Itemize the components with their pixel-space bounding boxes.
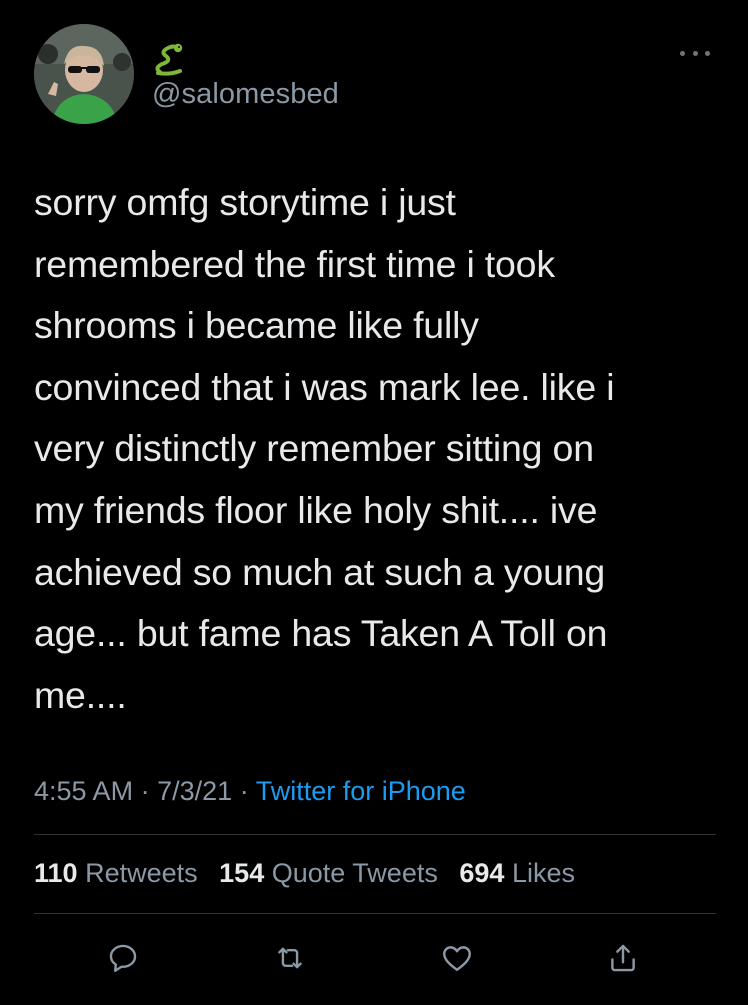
retweets-count: 110: [34, 858, 78, 888]
meta-separator: ·: [239, 776, 249, 806]
tweet-actions: [0, 938, 748, 982]
like-button[interactable]: [437, 938, 477, 978]
quote-tweets-stat[interactable]: 154 Quote Tweets: [219, 858, 438, 888]
more-options-icon[interactable]: [680, 46, 710, 60]
share-icon: [611, 944, 635, 972]
tweet-metadata: 4:55 AM · 7/3/21 · Twitter for iPhone: [34, 776, 466, 807]
tweet: @salomesbed sorry omfg storytime i just …: [0, 0, 748, 1005]
tweet-text: sorry omfg storytime i just remembered t…: [34, 181, 615, 716]
share-button[interactable]: [603, 938, 643, 978]
like-icon: [443, 946, 471, 971]
reply-button[interactable]: [103, 938, 143, 978]
dot: [705, 50, 710, 56]
retweet-icon: [278, 947, 302, 969]
meta-separator: ·: [140, 776, 150, 806]
avatar[interactable]: [34, 24, 134, 124]
author-handle[interactable]: @salomesbed: [152, 78, 339, 111]
snake-icon: [152, 42, 188, 76]
tweet-stats: 110 Retweets 154 Quote Tweets 694 Likes: [34, 858, 589, 889]
divider: [34, 834, 716, 835]
retweets-label: Retweets: [85, 858, 198, 888]
likes-label: Likes: [511, 858, 575, 888]
dot: [680, 50, 685, 56]
retweet-button[interactable]: [270, 938, 310, 978]
likes-count: 694: [459, 858, 505, 888]
avatar-photo: [34, 24, 134, 124]
divider: [34, 913, 716, 914]
dot: [692, 50, 698, 56]
tweet-source-link[interactable]: Twitter for iPhone: [256, 776, 466, 806]
retweets-stat[interactable]: 110 Retweets: [34, 858, 198, 888]
quote-tweets-count: 154: [219, 858, 265, 888]
tweet-date[interactable]: 7/3/21: [157, 776, 232, 806]
tweet-time[interactable]: 4:55 AM: [34, 776, 133, 806]
quote-tweets-label: Quote Tweets: [271, 858, 438, 888]
reply-icon: [109, 944, 137, 972]
likes-stat[interactable]: 694 Likes: [459, 858, 575, 888]
